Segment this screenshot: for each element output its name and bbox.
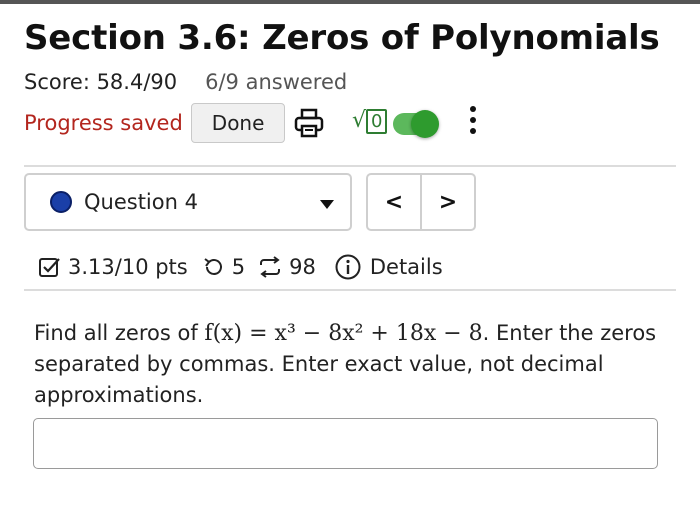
toggle-knob bbox=[411, 110, 439, 138]
problem-prefix: Find all zeros of bbox=[34, 321, 205, 345]
page-title: Section 3.6: Zeros of Polynomials bbox=[24, 18, 660, 58]
sqrt-symbol: √ bbox=[352, 108, 367, 133]
score-row: Score: 58.4/90 6/9 answered bbox=[24, 70, 347, 94]
answered-count: 6/9 answered bbox=[205, 70, 348, 94]
previous-question-button[interactable]: < bbox=[368, 175, 422, 229]
points-item: 3.13/10 pts bbox=[38, 255, 188, 279]
score-text: Score: 58.4/90 bbox=[24, 70, 178, 94]
question-nav-group: < > bbox=[366, 173, 476, 231]
top-bar bbox=[0, 0, 700, 4]
question-status-dot bbox=[50, 191, 72, 213]
details-link[interactable]: Details bbox=[334, 253, 443, 281]
retry-icon bbox=[204, 258, 222, 275]
question-meta: 3.13/10 pts 5 98 Details bbox=[38, 252, 443, 282]
progress-row: Progress saved Done bbox=[24, 102, 286, 144]
square-root-icon[interactable]: √ 0 bbox=[352, 108, 388, 134]
attempts-count: 5 bbox=[231, 255, 246, 279]
math-entry-toggle[interactable] bbox=[393, 110, 439, 138]
info-icon bbox=[335, 254, 361, 280]
attempts-item: 5 bbox=[202, 255, 245, 279]
kebab-menu-icon[interactable] bbox=[468, 106, 478, 140]
next-question-button[interactable]: > bbox=[422, 175, 474, 229]
problem-function: f(x) = x³ − 8x² + 18x − 8 bbox=[204, 321, 483, 346]
divider-bottom bbox=[24, 289, 676, 291]
question-select[interactable]: Question 4 bbox=[24, 173, 352, 231]
answer-input[interactable] bbox=[33, 418, 658, 469]
repeat-icon bbox=[260, 256, 281, 278]
tries-count: 98 bbox=[289, 255, 316, 279]
details-label: Details bbox=[369, 255, 443, 279]
tries-item: 98 bbox=[257, 255, 316, 279]
chevron-down-icon bbox=[320, 200, 334, 209]
sqrt-box: 0 bbox=[366, 109, 388, 134]
points-text: 3.13/10 pts bbox=[68, 255, 188, 279]
question-select-label: Question 4 bbox=[84, 190, 198, 214]
done-button[interactable]: Done bbox=[190, 103, 286, 143]
divider-top bbox=[24, 165, 676, 167]
printer-icon[interactable] bbox=[293, 107, 325, 139]
progress-saved-status: Progress saved bbox=[24, 111, 183, 135]
checkbox-icon bbox=[39, 258, 60, 277]
problem-statement: Find all zeros of f(x) = x³ − 8x² + 18x … bbox=[34, 318, 664, 411]
